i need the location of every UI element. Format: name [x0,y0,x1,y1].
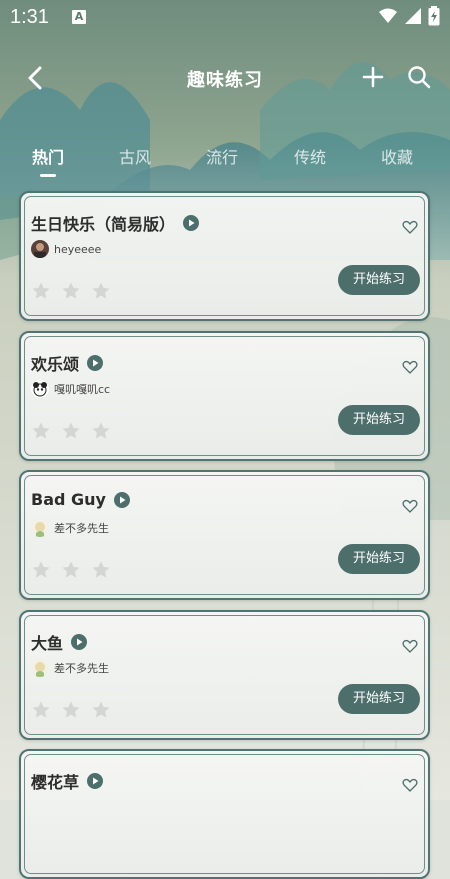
song-title-row: 樱花草 [31,769,104,793]
avatar [31,519,49,537]
category-tabs: 热门 古风 流行 传统 收藏 [0,140,450,180]
status-time: 1:31 [10,6,49,28]
avatar [31,380,49,398]
tab-active-indicator [40,174,56,177]
star-icon [32,701,50,718]
star-icon [92,561,110,578]
rating-stars [31,560,111,580]
author-name: heyeeee [54,242,102,256]
add-icon[interactable] [360,64,386,90]
rating-stars [31,281,111,301]
song-title: 大鱼 [31,634,64,653]
rating-stars [31,700,111,720]
rating-stars [31,421,111,441]
star-icon [32,282,50,299]
star-icon [32,561,50,578]
tab-ancient-style[interactable]: 古风 [119,144,151,168]
start-practice-button[interactable]: 开始练习 [338,684,420,714]
song-title: 生日快乐（简易版） [31,215,176,234]
song-title: 欢乐颂 [31,355,80,374]
avatar [31,659,49,677]
author-row: 差不多先生 [31,659,109,677]
song-title-row: 生日快乐（简易版） [31,211,200,235]
practice-card[interactable]: 欢乐颂 嘎叽嘎叽cc 开始练习 [19,331,430,461]
play-preview-icon[interactable] [113,491,130,508]
tab-pop[interactable]: 流行 [206,144,238,168]
author-row: 差不多先生 [31,519,109,537]
author-row: 嘎叽嘎叽cc [31,380,110,398]
favorite-heart-icon[interactable] [402,638,418,654]
author-row: heyeeee [31,240,101,258]
favorite-heart-icon[interactable] [402,359,418,375]
star-icon [62,561,80,578]
star-icon [92,282,110,299]
song-title: Bad Guy [31,490,106,509]
search-icon[interactable] [406,64,432,90]
notification-a-icon: A [72,10,86,24]
favorite-heart-icon[interactable] [402,219,418,235]
tab-traditional[interactable]: 传统 [294,144,326,168]
signal-icon [405,8,421,24]
avatar [31,240,49,258]
star-icon [62,422,80,439]
status-bar: 1:31 A [0,0,450,36]
author-name: 差不多先生 [54,522,109,535]
app-header: 趣味练习 [0,52,450,104]
start-practice-button[interactable]: 开始练习 [338,544,420,574]
play-preview-icon[interactable] [87,773,104,789]
start-practice-button[interactable]: 开始练习 [338,405,420,435]
star-icon [62,701,80,718]
author-name: 嘎叽嘎叽cc [54,383,111,396]
play-preview-icon[interactable] [71,634,88,650]
star-icon [92,422,110,439]
practice-card[interactable]: 樱花草 [19,749,430,879]
practice-card[interactable]: 生日快乐（简易版） heyeeee 开始练习 [19,191,430,321]
play-preview-icon[interactable] [183,215,200,231]
practice-card[interactable]: 大鱼 差不多先生 开始练习 [19,610,430,740]
favorite-heart-icon[interactable] [402,777,418,793]
star-icon [92,701,110,718]
status-icons [378,6,440,26]
song-title-row: 欢乐颂 [31,351,104,375]
play-preview-icon[interactable] [87,355,104,371]
favorite-heart-icon[interactable] [402,498,418,514]
song-title-row: 大鱼 [31,630,88,654]
song-title-row: Bad Guy [31,490,130,509]
tab-hot[interactable]: 热门 [32,144,64,168]
tab-favorites[interactable]: 收藏 [381,144,413,168]
star-icon [62,282,80,299]
wifi-icon [379,8,397,23]
practice-card[interactable]: Bad Guy 差不多先生 开始练习 [19,470,430,600]
start-practice-button[interactable]: 开始练习 [338,265,420,295]
author-name: 差不多先生 [54,662,109,675]
song-title: 樱花草 [31,773,80,792]
star-icon [32,422,50,439]
battery-icon [428,6,440,26]
